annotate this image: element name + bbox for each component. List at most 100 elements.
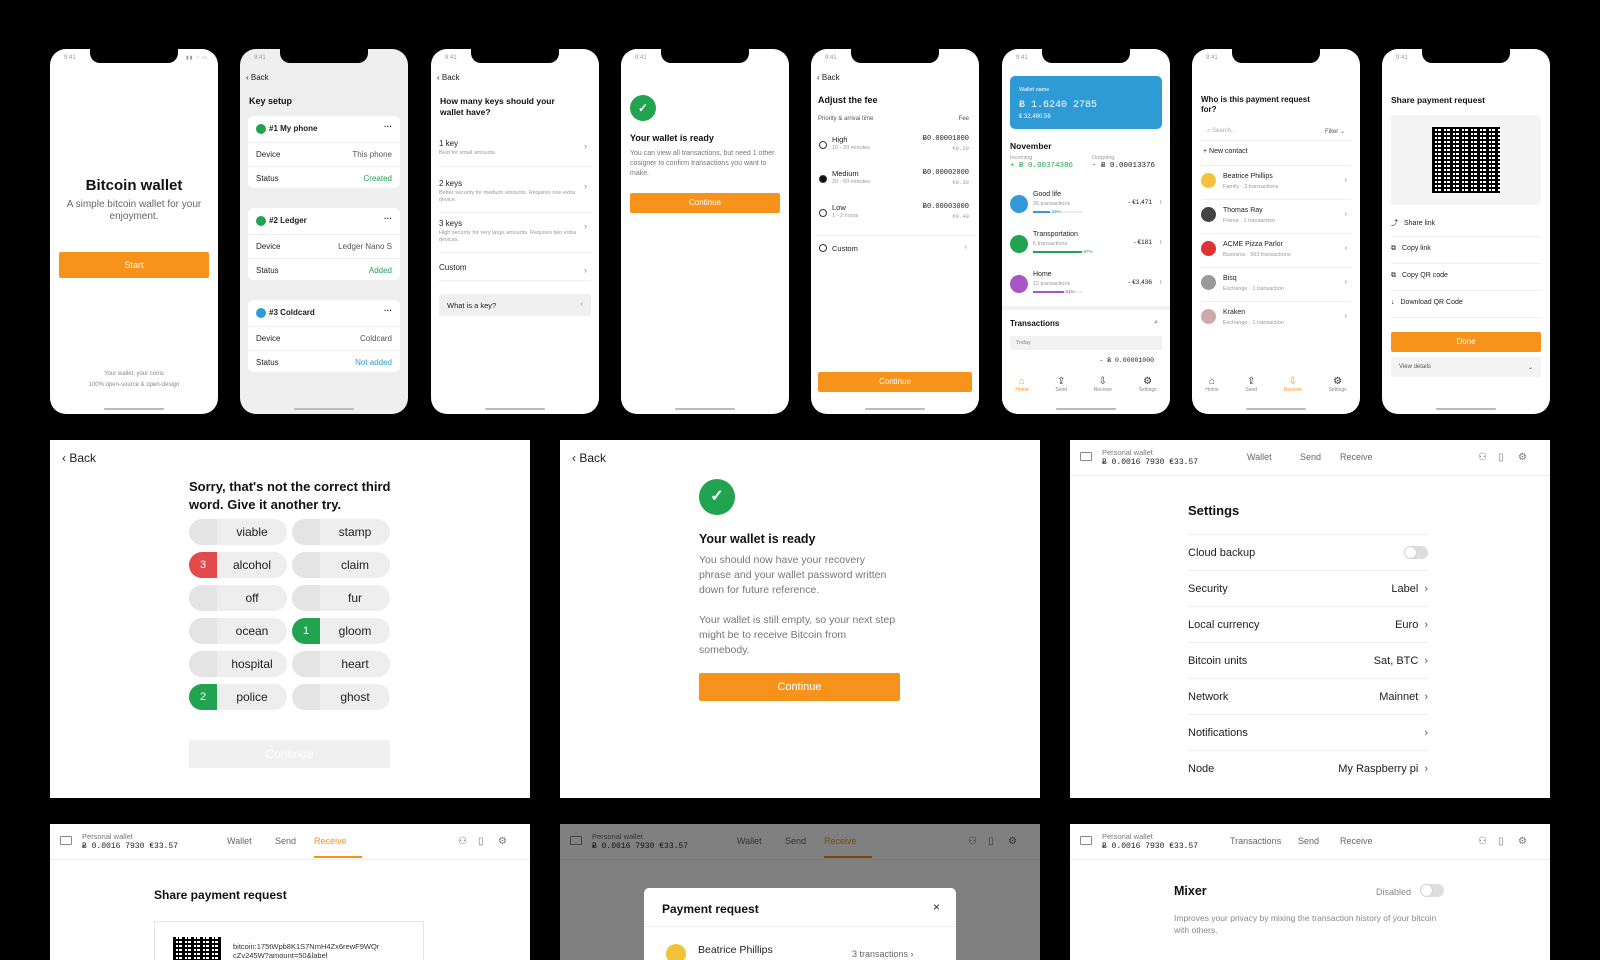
- back-button[interactable]: ‹ Back: [437, 73, 460, 82]
- word-chip[interactable]: hospital: [189, 651, 287, 677]
- contact-count[interactable]: 3 transactions ›: [852, 949, 914, 959]
- nav-send[interactable]: Send: [1300, 452, 1321, 462]
- gear-icon[interactable]: ⚙: [1008, 836, 1017, 847]
- key-option[interactable]: Custom ›: [439, 257, 591, 281]
- back-button[interactable]: ‹ Back: [62, 451, 96, 465]
- gear-icon[interactable]: ⚙: [1518, 836, 1527, 847]
- gear-icon[interactable]: ⚙: [1518, 452, 1527, 463]
- what-is-key-button[interactable]: What is a key? ‹: [439, 294, 591, 316]
- new-contact-button[interactable]: + New contact: [1203, 148, 1248, 155]
- radio-button[interactable]: [819, 175, 827, 183]
- continue-button[interactable]: Continue: [189, 740, 390, 768]
- setting-row[interactable]: Cloud backup: [1188, 534, 1428, 570]
- setting-row[interactable]: Network Mainnet ›: [1188, 678, 1428, 714]
- tab-settings[interactable]: ⚙ Settings: [1329, 376, 1347, 404]
- nav-send[interactable]: Send: [785, 836, 806, 846]
- word-chip[interactable]: claim: [292, 552, 390, 578]
- word-chip[interactable]: 3 alcohol: [189, 552, 287, 578]
- device-icon[interactable]: ▯: [478, 836, 484, 847]
- back-button[interactable]: ‹ Back: [817, 73, 840, 82]
- continue-button[interactable]: Continue: [699, 673, 900, 701]
- search-input[interactable]: ⌕ Search... Filter ⌄: [1201, 125, 1351, 141]
- setting-row[interactable]: Bitcoin units Sat, BTC ›: [1188, 642, 1428, 678]
- key-card[interactable]: #3 Coldcard ··· Device Coldcard Status Not ad…: [248, 300, 400, 372]
- nav-wallet[interactable]: Wallet: [737, 836, 762, 846]
- user-icon[interactable]: ⚇: [1478, 836, 1487, 847]
- word-chip[interactable]: 1 gloom: [292, 618, 390, 644]
- key-option[interactable]: 1 key Best for small amounts. ›: [439, 133, 591, 167]
- nav-receive[interactable]: Receive: [1340, 836, 1373, 846]
- word-chip[interactable]: ghost: [292, 684, 390, 710]
- share-action[interactable]: ⧉ Copy link: [1391, 238, 1541, 264]
- category-row[interactable]: Transportation 6 transactions 97% - €181 ›: [1010, 229, 1162, 263]
- more-icon[interactable]: ···: [384, 214, 392, 223]
- setting-row[interactable]: Node My Raspberry pi ›: [1188, 750, 1428, 786]
- setting-row[interactable]: Security Label ›: [1188, 570, 1428, 606]
- device-icon[interactable]: ▯: [1498, 452, 1504, 463]
- contact-row[interactable]: Beatrice Phillips Family · 3 transactions…: [1201, 165, 1351, 197]
- user-icon[interactable]: ⚇: [1478, 452, 1487, 463]
- back-button[interactable]: ‹ Back: [246, 73, 269, 82]
- radio-button[interactable]: [819, 209, 827, 217]
- nav-wallet[interactable]: Wallet: [1247, 452, 1272, 462]
- gear-icon[interactable]: ⚙: [498, 836, 507, 847]
- nav-wallet[interactable]: Wallet: [227, 836, 252, 846]
- word-chip[interactable]: 2 police: [189, 684, 287, 710]
- category-row[interactable]: Home 12 transactions 61% - €3,436 ›: [1010, 269, 1162, 303]
- nav-transactions[interactable]: Transactions: [1230, 836, 1281, 846]
- wallet-card[interactable]: Wallet name Ƀ 1.6240 2785 € 32,480.56: [1010, 76, 1162, 129]
- radio-custom[interactable]: [819, 244, 827, 252]
- tab-send[interactable]: ⇪ Send: [1055, 376, 1067, 404]
- start-button[interactable]: Start: [59, 252, 209, 278]
- done-button[interactable]: Done: [1391, 332, 1541, 352]
- tab-home[interactable]: ⌂ Home: [1205, 376, 1218, 404]
- tab-settings[interactable]: ⚙ Settings: [1139, 376, 1157, 404]
- filter-button[interactable]: Filter ⌄: [1325, 128, 1345, 135]
- key-card[interactable]: #1 My phone ··· Device This phone Status Crea…: [248, 116, 400, 188]
- mixer-toggle[interactable]: [1420, 884, 1444, 897]
- radio-button[interactable]: [819, 141, 827, 149]
- contact-row[interactable]: Thomas Ray Friend · 1 transaction ›: [1201, 199, 1351, 231]
- continue-button[interactable]: Continue: [818, 372, 972, 392]
- user-icon[interactable]: ⚇: [968, 836, 977, 847]
- nav-receive[interactable]: Receive: [824, 836, 872, 858]
- contact-row[interactable]: Kraken Exchange · 1 transaction ›: [1201, 301, 1351, 333]
- key-card[interactable]: #2 Ledger ··· Device Ledger Nano S Status Add…: [248, 208, 400, 280]
- cloud-backup-toggle[interactable]: [1404, 546, 1428, 559]
- more-icon[interactable]: ···: [384, 122, 392, 131]
- contact-row[interactable]: ACME Pizza Parlor Business · 563 transact…: [1201, 233, 1351, 265]
- tab-receive[interactable]: ⇩ Receive: [1094, 376, 1112, 404]
- fee-option[interactable]: High 10 - 20 minutes Ƀ0.00001000 €0.20: [817, 131, 975, 165]
- device-icon[interactable]: ▯: [1498, 836, 1504, 847]
- word-chip[interactable]: ocean: [189, 618, 287, 644]
- key-option[interactable]: 2 keys Better security for medium amounts…: [439, 173, 591, 213]
- category-row[interactable]: Good life 35 transactions 33% - €1,471 ›: [1010, 189, 1162, 223]
- word-chip[interactable]: stamp: [292, 519, 390, 545]
- nav-send[interactable]: Send: [275, 836, 296, 846]
- setting-row[interactable]: Local currency Euro ›: [1188, 606, 1428, 642]
- user-icon[interactable]: ⚇: [458, 836, 467, 847]
- close-icon[interactable]: ×: [933, 900, 940, 914]
- device-icon[interactable]: ▯: [988, 836, 994, 847]
- word-chip[interactable]: fur: [292, 585, 390, 611]
- share-action[interactable]: ⧉ Copy QR code: [1391, 265, 1541, 291]
- continue-button[interactable]: Continue: [630, 193, 780, 213]
- nav-receive[interactable]: Receive: [1340, 452, 1373, 462]
- tab-send[interactable]: ⇪ Send: [1245, 376, 1257, 404]
- word-chip[interactable]: viable: [189, 519, 287, 545]
- nav-receive[interactable]: Receive: [314, 836, 362, 858]
- setting-row[interactable]: Notifications ›: [1188, 714, 1428, 750]
- tab-home[interactable]: ⌂ Home: [1015, 376, 1028, 404]
- tab-receive[interactable]: ⇩ Receive: [1284, 376, 1302, 404]
- word-chip[interactable]: heart: [292, 651, 390, 677]
- fee-custom-row[interactable]: Custom ›: [817, 235, 975, 269]
- fee-option[interactable]: Medium 20 - 60 minutes Ƀ0.00002000 €0.30: [817, 165, 975, 199]
- view-details-button[interactable]: View details ⌄: [1391, 357, 1541, 377]
- search-icon[interactable]: ⌕: [1154, 319, 1158, 327]
- back-button[interactable]: ‹ Back: [572, 451, 606, 465]
- word-chip[interactable]: off: [189, 585, 287, 611]
- more-icon[interactable]: ···: [384, 306, 392, 315]
- nav-send[interactable]: Send: [1298, 836, 1319, 846]
- fee-option[interactable]: Low 1 - 2 hours Ƀ0.00003000 €0.40: [817, 199, 975, 233]
- share-action[interactable]: ⤴ Share link: [1391, 211, 1541, 237]
